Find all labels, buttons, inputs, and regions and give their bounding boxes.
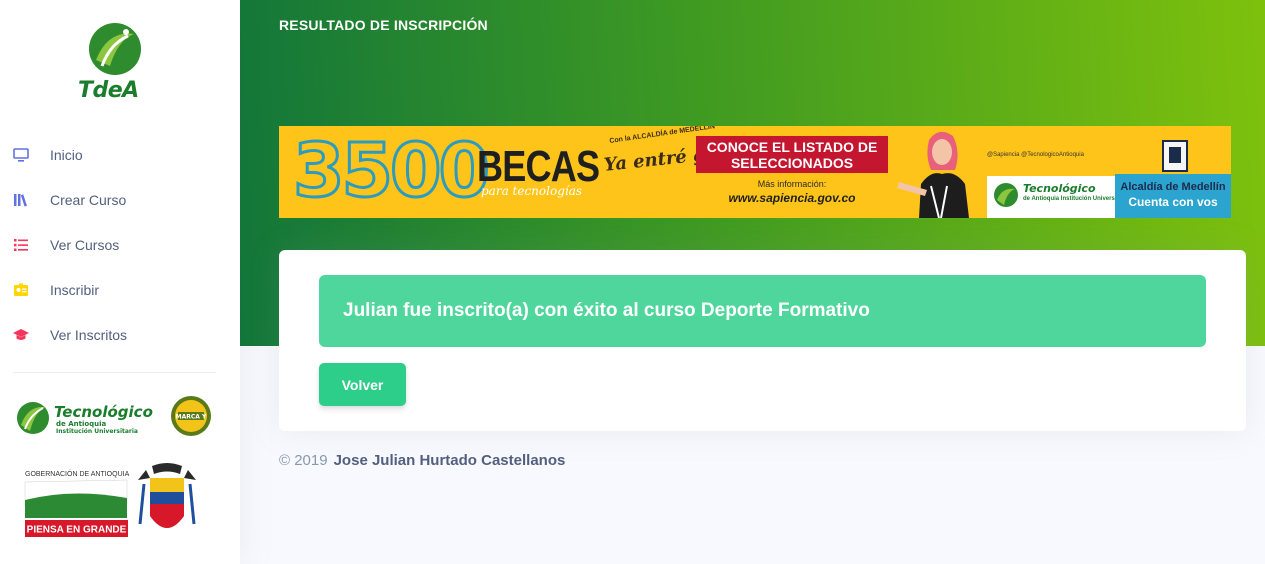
svg-text:de Antioquia: de Antioquia <box>56 420 107 428</box>
sidebar-item-label: Ver Inscritos <box>50 326 128 343</box>
footer: © 2019 Jose Julian Hurtado Castellanos <box>279 452 565 469</box>
list-icon <box>13 237 29 253</box>
svg-text:PIENSA EN GRANDE: PIENSA EN GRANDE <box>27 525 127 536</box>
banner-person-image <box>897 131 969 218</box>
banner-big-number: 3500 <box>292 127 492 216</box>
gobernacion-de-antioquia-logo: GOBERNACIÓN DE ANTIOQUIA PIENSA EN GRAND… <box>22 460 204 544</box>
id-card-icon <box>13 282 29 298</box>
page-title: RESULTADO DE INSCRIPCIÓN <box>279 17 488 33</box>
banner-tec-emblem-icon <box>994 183 1018 207</box>
banner-info-label: Más información: <box>757 179 827 189</box>
banner-cta: CONOCE EL LISTADO DE SELECCIONADOS <box>696 136 888 173</box>
becas-banner[interactable]: 3500 BECAS para tecnologías Con la ALCAL… <box>279 126 1231 218</box>
sidebar-item-ver-inscritos[interactable]: Ver Inscritos <box>0 312 240 357</box>
banner-cuenta: Cuenta con vos <box>1128 195 1218 209</box>
banner-tec-sub: de Antioquia Institución Universitaria <box>1023 196 1130 202</box>
copyright: © 2019 <box>279 452 328 469</box>
sidebar-item-label: Inicio <box>50 146 83 163</box>
sidebar-nav: Inicio Crear Curso Ver Cursos Inscribir … <box>0 132 240 357</box>
svg-text:Tecnológico: Tecnológico <box>54 403 153 421</box>
sidebar-item-crear-curso[interactable]: Crear Curso <box>0 177 240 222</box>
graduation-cap-icon <box>13 327 29 343</box>
banner-alcaldia: Alcaldía de Medellín <box>1120 181 1226 193</box>
tdea-emblem-icon <box>89 23 141 75</box>
svg-text:GOBERNACIÓN DE ANTIOQUIA: GOBERNACIÓN DE ANTIOQUIA <box>25 469 130 478</box>
back-button[interactable]: Volver <box>319 363 406 406</box>
monitor-icon <box>13 147 29 163</box>
tdea-logo[interactable]: TdeA <box>76 22 156 106</box>
svg-text:MARCA Y: MARCA Y <box>176 414 207 421</box>
banner-social: @Sapiencia @TecnologicoAntioquia <box>987 152 1084 158</box>
books-icon <box>13 192 29 208</box>
sidebar-item-label: Crear Curso <box>50 191 127 208</box>
sidebar-divider <box>13 372 216 373</box>
banner-para: para tecnologías <box>481 184 583 198</box>
sidebar-item-label: Inscribir <box>50 281 100 298</box>
success-message: Julian fue inscrito(a) con éxito al curs… <box>343 300 870 321</box>
sidebar: TdeA Inicio Crear Curso Ver Cursos Inscr… <box>0 0 240 564</box>
banner-tec-name: Tecnológico <box>1023 182 1096 195</box>
success-alert: Julian fue inscrito(a) con éxito al curs… <box>319 275 1206 347</box>
sidebar-item-ver-cursos[interactable]: Ver Cursos <box>0 222 240 267</box>
sidebar-item-inicio[interactable]: Inicio <box>0 132 240 177</box>
author-link[interactable]: Jose Julian Hurtado Castellanos <box>334 452 566 469</box>
sidebar-item-label: Ver Cursos <box>50 236 120 253</box>
medellin-crest-icon <box>1162 140 1188 172</box>
svg-text:Institución Universitaria: Institución Universitaria <box>56 428 138 435</box>
sidebar-item-inscribir[interactable]: Inscribir <box>0 267 240 312</box>
brand-name: TdeA <box>78 78 139 103</box>
banner-info-url: www.sapiencia.gov.co <box>728 191 856 205</box>
tecnologico-de-antioquia-logo: Tecnológico de Antioquia Institución Uni… <box>16 395 214 439</box>
